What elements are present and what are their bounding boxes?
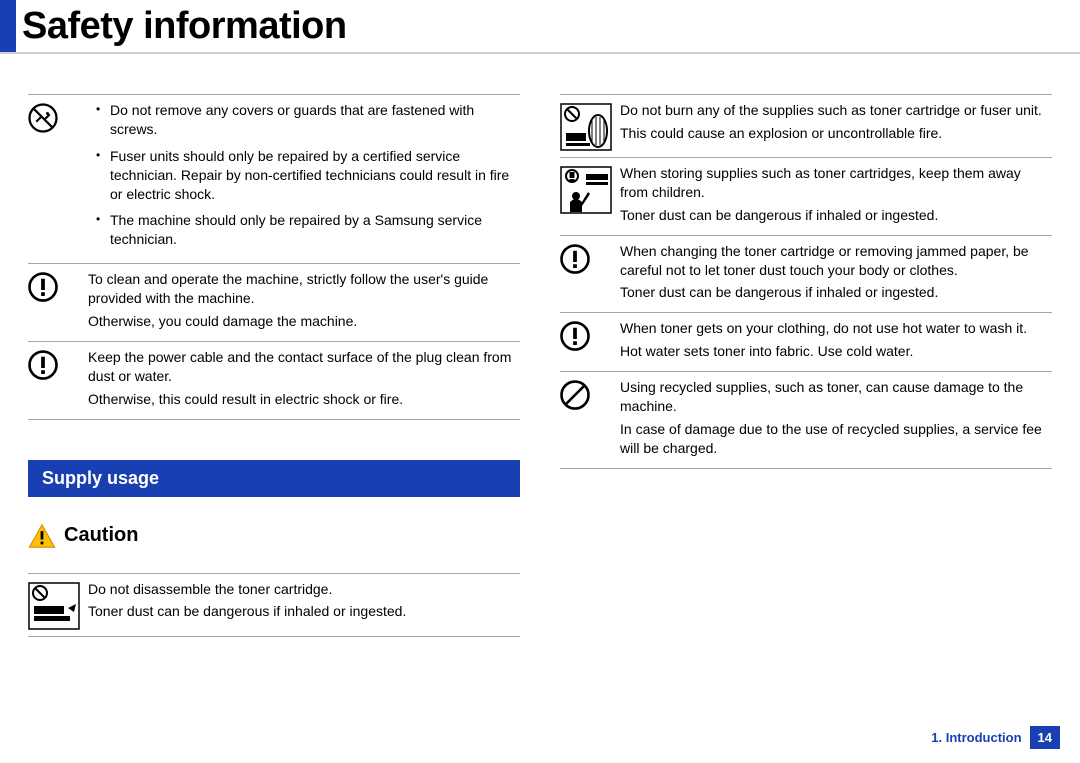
safety-text: Do not burn any of the supplies such as … bbox=[620, 101, 1052, 147]
safety-para: Otherwise, you could damage the machine. bbox=[88, 312, 520, 331]
footer-page-number: 14 bbox=[1030, 726, 1060, 749]
safety-text: Using recycled supplies, such as toner, … bbox=[620, 378, 1052, 462]
caution-heading: Caution bbox=[28, 523, 520, 549]
caution-label: Caution bbox=[64, 524, 138, 547]
safety-para: When storing supplies such as toner cart… bbox=[620, 164, 1052, 202]
safety-para: Keep the power cable and the contact sur… bbox=[88, 348, 520, 386]
no-burn-supplies-icon bbox=[560, 101, 620, 151]
safety-para: When changing the toner cartridge or rem… bbox=[620, 242, 1052, 280]
safety-row: Do not burn any of the supplies such as … bbox=[560, 94, 1052, 158]
safety-para: Do not burn any of the supplies such as … bbox=[620, 101, 1052, 120]
title-block: Safety information bbox=[0, 0, 1080, 54]
safety-text: Keep the power cable and the contact sur… bbox=[88, 348, 520, 413]
footer-chapter: 1. Introduction bbox=[931, 730, 1021, 745]
safety-row: Using recycled supplies, such as toner, … bbox=[560, 372, 1052, 469]
safety-text: When toner gets on your clothing, do not… bbox=[620, 319, 1052, 365]
safety-text: To clean and operate the machine, strict… bbox=[88, 270, 520, 335]
safety-para: Hot water sets toner into fabric. Use co… bbox=[620, 342, 1052, 361]
safety-para: Toner dust can be dangerous if inhaled o… bbox=[88, 602, 520, 621]
mandatory-icon bbox=[28, 270, 88, 302]
safety-row: When changing the toner cartridge or rem… bbox=[560, 236, 1052, 314]
warning-triangle-icon bbox=[28, 523, 56, 549]
mandatory-icon bbox=[560, 242, 620, 274]
manual-page: Safety information Do not remove any bbox=[0, 0, 1080, 763]
mandatory-icon bbox=[560, 319, 620, 351]
no-tools-icon bbox=[28, 101, 88, 133]
keep-from-children-icon bbox=[560, 164, 620, 214]
safety-text: Do not remove any covers or guards that … bbox=[88, 101, 520, 257]
safety-para: In case of damage due to the use of recy… bbox=[620, 420, 1052, 458]
safety-text: When changing the toner cartridge or rem… bbox=[620, 242, 1052, 307]
right-column: Do not burn any of the supplies such as … bbox=[560, 94, 1052, 637]
safety-para: When toner gets on your clothing, do not… bbox=[620, 319, 1052, 338]
bullet-item: Fuser units should only be repaired by a… bbox=[96, 147, 520, 204]
no-disassemble-cartridge-icon bbox=[28, 580, 88, 630]
safety-row: Do not remove any covers or guards that … bbox=[28, 94, 520, 264]
safety-para: Toner dust can be dangerous if inhaled o… bbox=[620, 206, 1052, 225]
safety-para: Toner dust can be dangerous if inhaled o… bbox=[620, 283, 1052, 302]
bullet-item: The machine should only be repaired by a… bbox=[96, 211, 520, 249]
safety-row: To clean and operate the machine, strict… bbox=[28, 264, 520, 342]
safety-row: Do not disassemble the toner cartridge. … bbox=[28, 573, 520, 637]
page-title: Safety information bbox=[22, 5, 347, 52]
page-footer: 1. Introduction 14 bbox=[931, 726, 1060, 749]
safety-row: Keep the power cable and the contact sur… bbox=[28, 342, 520, 420]
mandatory-icon bbox=[28, 348, 88, 380]
section-heading: Supply usage bbox=[28, 460, 520, 497]
safety-text: Do not disassemble the toner cartridge. … bbox=[88, 580, 520, 626]
safety-text: When storing supplies such as toner cart… bbox=[620, 164, 1052, 229]
safety-row: When toner gets on your clothing, do not… bbox=[560, 313, 1052, 372]
safety-para: Do not disassemble the toner cartridge. bbox=[88, 580, 520, 599]
content-columns: Do not remove any covers or guards that … bbox=[0, 54, 1080, 637]
safety-para: Using recycled supplies, such as toner, … bbox=[620, 378, 1052, 416]
safety-row: When storing supplies such as toner cart… bbox=[560, 158, 1052, 236]
safety-para: Otherwise, this could result in electric… bbox=[88, 390, 520, 409]
left-column: Do not remove any covers or guards that … bbox=[28, 94, 520, 637]
safety-para: This could cause an explosion or uncontr… bbox=[620, 124, 1052, 143]
bullet-item: Do not remove any covers or guards that … bbox=[96, 101, 520, 139]
safety-para: To clean and operate the machine, strict… bbox=[88, 270, 520, 308]
prohibition-icon bbox=[560, 378, 620, 410]
title-accent-bar bbox=[0, 0, 16, 52]
